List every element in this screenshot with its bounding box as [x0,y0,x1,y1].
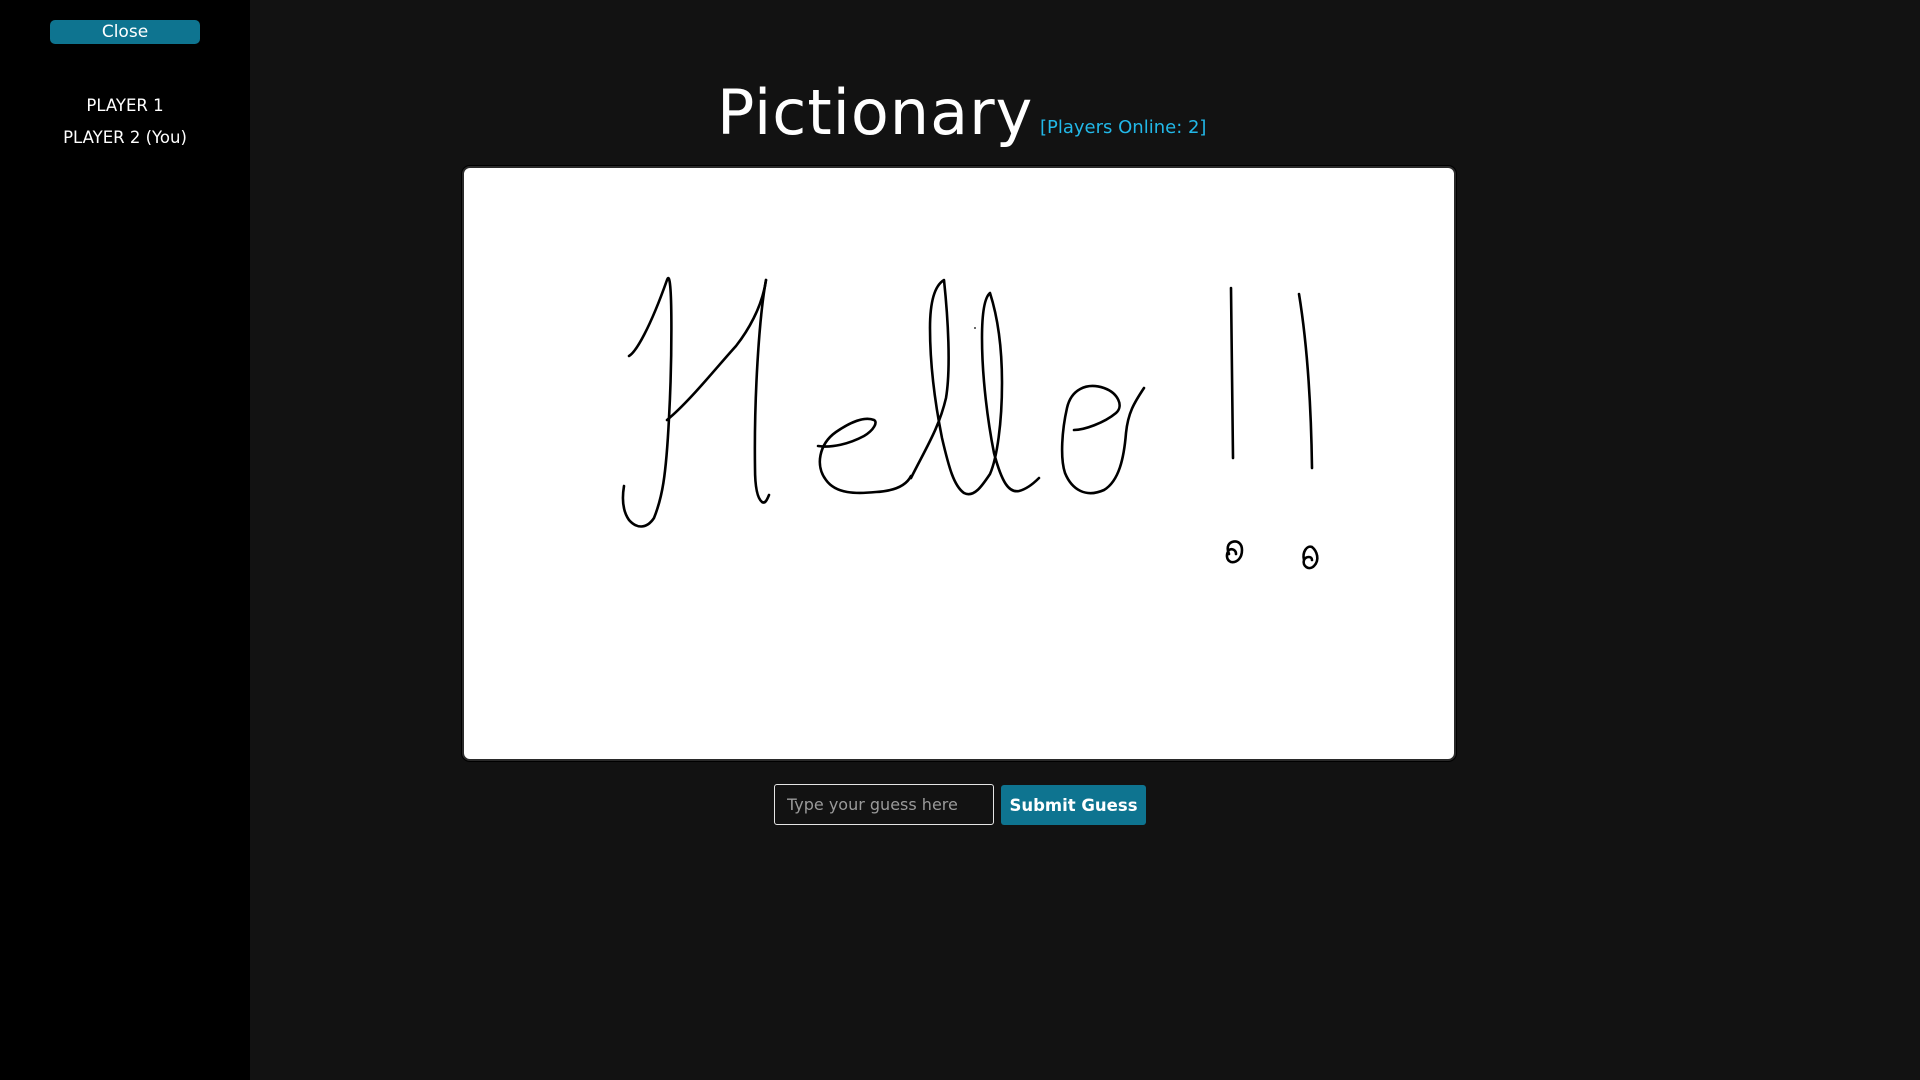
stroke-o [1060,384,1146,495]
main-area: Pictionary [Players Online: 2] Type your… [250,0,1920,1080]
player-list-item-player-1: PLAYER 1 [86,96,164,115]
sidebar: Close PLAYER 1 PLAYER 2 (You) [0,0,250,1080]
stroke-excl1-dot [1225,540,1244,564]
close-button[interactable]: Close [50,20,200,44]
drawing-strokes [621,276,1319,570]
stroke-h-left [621,276,673,528]
drawing-canvas[interactable] [462,166,1456,761]
players-online-count: [Players Online: 2] [1040,117,1207,138]
stroke-dot [974,327,976,329]
title-row: Pictionary [Players Online: 2] [250,70,1920,160]
stroke-e [816,417,913,495]
page-title: Pictionary [717,76,1034,149]
stroke-excl2-dot [1302,545,1319,570]
player-list-item-player-2: PLAYER 2 (You) [63,128,187,147]
guess-input[interactable] [774,784,994,825]
submit-guess-button[interactable]: Submit Guess [1001,785,1146,825]
stroke-excl2-bar [1297,292,1314,470]
stroke-l1 [909,278,1041,496]
player-list: PLAYER 1 PLAYER 2 (You) [0,90,250,154]
stroke-excl1-bar [1229,286,1235,460]
stroke-h-cross [665,278,768,422]
